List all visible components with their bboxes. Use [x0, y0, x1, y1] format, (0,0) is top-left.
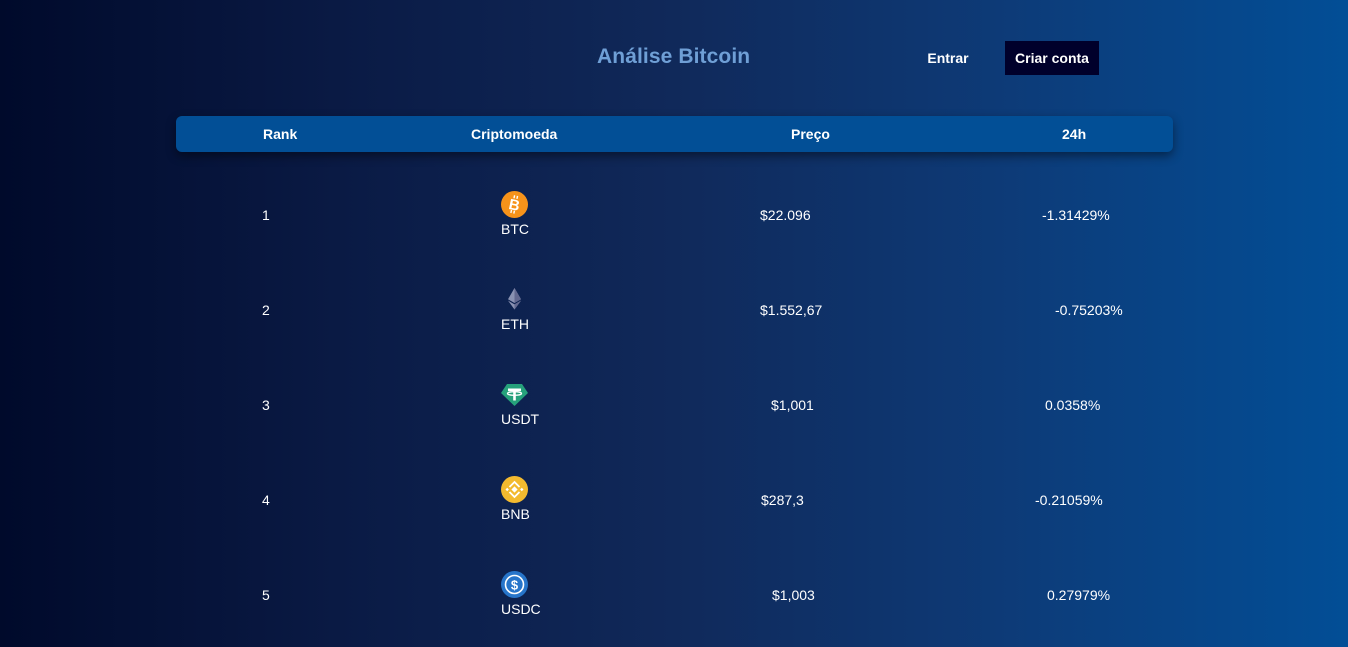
rank-cell: 4: [262, 492, 270, 508]
ethereum-icon: [508, 288, 521, 310]
table-row: 4 BNB $287,3 -0.21059%: [0, 476, 1348, 536]
table-row: 5 $ USDC $1,003 0.27979%: [0, 571, 1348, 631]
change-24h-cell: -0.75203%: [1055, 302, 1123, 318]
login-link[interactable]: Entrar: [918, 41, 978, 75]
bnb-icon: [501, 476, 528, 503]
top-bar: Análise Bitcoin Entrar Criar conta: [0, 0, 1348, 110]
crypto-symbol: USDT: [501, 411, 540, 427]
change-24h-cell: -1.31429%: [1042, 207, 1110, 223]
change-24h-cell: -0.21059%: [1035, 492, 1103, 508]
crypto-symbol: ETH: [501, 316, 529, 332]
price-cell: $287,3: [761, 492, 804, 508]
rank-cell: 3: [262, 397, 270, 413]
column-header-price: Preço: [791, 126, 830, 142]
crypto-symbol: USDC: [501, 601, 541, 617]
change-24h-cell: 0.0358%: [1045, 397, 1101, 413]
bitcoin-icon: B: [501, 191, 528, 218]
tether-icon: [501, 384, 528, 406]
rank-cell: 1: [262, 207, 270, 223]
usdc-icon: $: [501, 571, 528, 598]
column-header-24h: 24h: [1062, 126, 1087, 142]
page-title: Análise Bitcoin: [597, 45, 751, 68]
table-row: 2 ETH $1.552,67 -0.75203%: [0, 286, 1348, 346]
price-cell: $1,001: [771, 397, 814, 413]
table-row: 1 B BTC $22.096 -1.31429%: [0, 191, 1348, 251]
table-row: 3 USDT $1,001 0.0358%: [0, 381, 1348, 441]
column-header-crypto: Criptomoeda: [471, 126, 558, 142]
svg-text:$: $: [511, 578, 519, 593]
table-header: Rank Criptomoeda Preço 24h: [176, 116, 1173, 152]
crypto-symbol: BNB: [501, 506, 530, 522]
rank-cell: 2: [262, 302, 270, 318]
rank-cell: 5: [262, 587, 270, 603]
change-24h-cell: 0.27979%: [1047, 587, 1111, 603]
column-header-rank: Rank: [263, 126, 298, 142]
price-cell: $1.552,67: [760, 302, 823, 318]
signup-button[interactable]: Criar conta: [1005, 41, 1099, 75]
price-cell: $1,003: [772, 587, 815, 603]
crypto-symbol: BTC: [501, 221, 529, 237]
price-cell: $22.096: [760, 207, 811, 223]
